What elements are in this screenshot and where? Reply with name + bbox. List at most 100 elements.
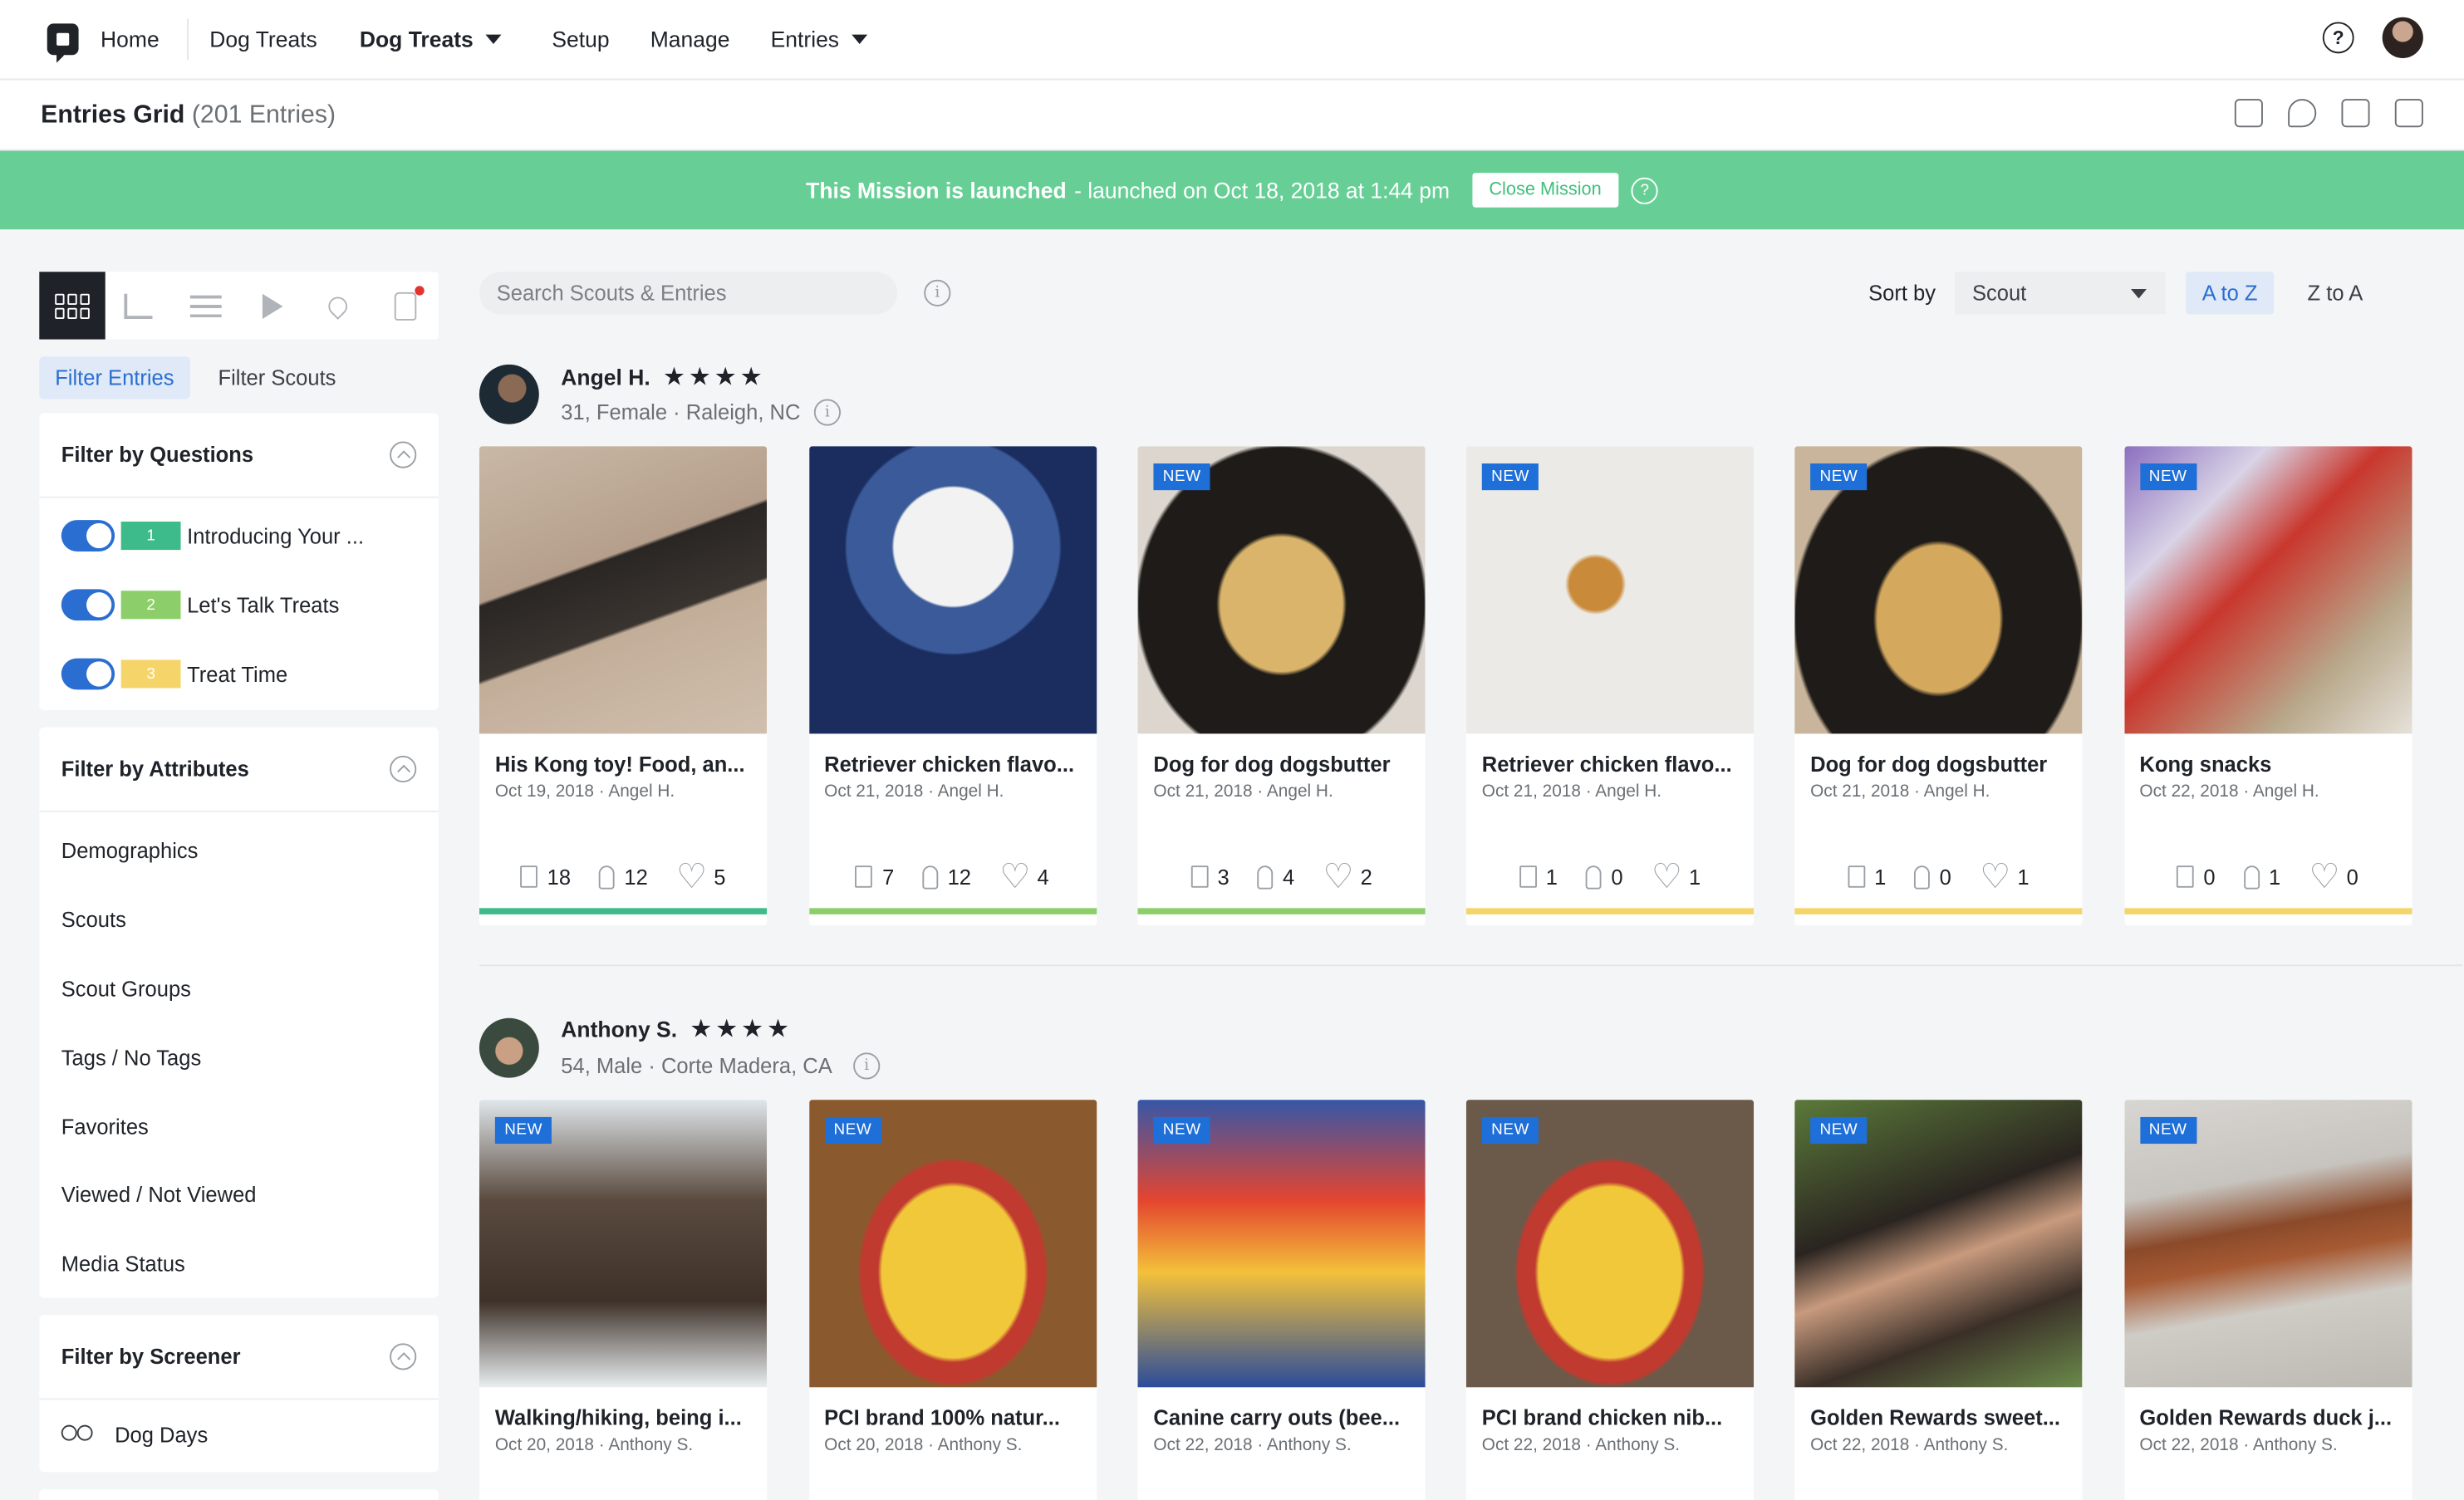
entry-card[interactable]: NEW Dog for dog dogsbutter Oct 21, 2018 · … [1794,446,2083,926]
question-number-badge: 1 [120,522,181,551]
tab-filter-scouts[interactable]: Filter Scouts [203,356,352,399]
panel-header[interactable]: Filter by Questions [39,413,439,498]
collapse-icon[interactable] [390,755,417,783]
presentation-icon[interactable] [2341,99,2370,128]
heart-icon[interactable] [1980,856,2010,897]
question-toggle[interactable] [61,520,115,551]
responses-stat: 7 [855,865,894,889]
entry-photo[interactable]: NEW [2123,446,2412,734]
attribute-favorites[interactable]: Favorites [39,1092,438,1161]
entry-photo[interactable]: NEW [479,1100,768,1388]
attribute-media-status[interactable]: Media Status [39,1230,438,1299]
panel-header[interactable]: Filter by Attributes [39,728,439,812]
share-icon[interactable] [2394,99,2423,128]
likes-stat[interactable]: 0 [2309,856,2358,897]
search-input[interactable]: Search Scouts & Entries [479,272,898,315]
question-color-bar [808,908,1097,914]
panel-header[interactable]: Filter by Screener [39,1315,439,1400]
entry-card[interactable]: NEW Kong snacks Oct 22, 2018 · Angel H. 0 1 0 [2123,446,2412,926]
heart-icon[interactable] [676,856,707,897]
entry-photo[interactable]: NEW [1465,446,1755,734]
entry-photo[interactable]: NEW [808,1100,1097,1388]
info-icon[interactable]: i [853,1052,881,1080]
collapse-icon[interactable] [390,441,417,468]
info-icon[interactable]: i [924,279,951,306]
likes-stat[interactable]: 1 [1652,856,1701,897]
nav-mission-dropdown[interactable]: Dog Treats [360,0,502,80]
sort-a-to-z-button[interactable]: A to Z [2186,272,2275,315]
attribute-scouts[interactable]: Scouts [39,885,438,954]
entry-photo[interactable]: NEW [1794,1100,2083,1388]
entry-photo[interactable]: NEW [1465,1100,1755,1388]
entry-photo[interactable]: NEW [2123,1100,2412,1388]
close-mission-button[interactable]: Close Mission [1471,173,1619,208]
entry-photo[interactable] [808,446,1097,734]
entry-photo[interactable]: NEW [1137,1100,1426,1388]
scout-avatar[interactable] [479,1017,539,1078]
entry-photo[interactable] [479,446,768,734]
chart-view-tab[interactable] [106,272,172,339]
video-view-tab[interactable] [238,272,305,339]
entry-title: Dog for dog dogsbutter [1153,752,1391,777]
entry-card[interactable]: NEW Golden Rewards duck j... Oct 22, 2018 … [2123,1100,2412,1500]
entry-card[interactable]: NEW PCI brand chicken nib... Oct 22, 2018 … [1465,1100,1755,1500]
entry-card[interactable]: Retriever chicken flavo... Oct 21, 2018 ·… [808,446,1097,926]
question-color-bar [1465,908,1755,914]
question-filter-row: 3 Treat Time [39,640,438,708]
new-badge: NEW [824,1116,881,1145]
scout-name[interactable]: Angel H. ★★★★ [561,361,765,393]
tab-filter-entries[interactable]: Filter Entries [39,356,190,400]
entry-card[interactable]: NEW Canine carry outs (bee... Oct 22, 2018… [1137,1100,1426,1500]
grid-view-tab[interactable] [39,272,106,340]
nav-entries-dropdown[interactable]: Entries [771,0,868,80]
heart-icon[interactable] [999,856,1030,897]
nav-manage[interactable]: Manage [650,0,730,80]
user-avatar[interactable] [2382,17,2423,58]
help-icon[interactable]: ? [2322,22,2354,54]
tags-view-tab[interactable] [372,272,439,339]
sidebar-panel-partial [39,1489,439,1500]
entry-card[interactable]: NEW Dog for dog dogsbutter Oct 21, 2018 · … [1137,446,1426,926]
heart-icon[interactable] [1323,856,1353,897]
entry-photo[interactable]: NEW [1794,446,2083,734]
entry-card[interactable]: NEW Golden Rewards sweet... Oct 22, 2018 ·… [1794,1100,2083,1500]
nav-setup[interactable]: Setup [552,0,609,80]
app-logo-icon[interactable] [47,23,79,63]
scout-avatar[interactable] [479,364,539,424]
likes-stat[interactable]: 4 [999,856,1049,897]
likes-stat[interactable]: 1 [1980,856,2030,897]
question-toggle[interactable] [61,658,115,690]
attribute-viewed[interactable]: Viewed / Not Viewed [39,1161,438,1230]
list-view-tab[interactable] [172,272,238,339]
nav-dog-treats[interactable]: Dog Treats [209,0,317,80]
screener-filter-panel: Filter by Screener Dog Days [39,1315,439,1473]
entry-card[interactable]: NEW PCI brand 100% natur... Oct 20, 2018 ·… [808,1100,1097,1500]
entry-photo[interactable]: NEW [1137,446,1426,734]
likes-stat[interactable]: 2 [1323,856,1372,897]
nav-home[interactable]: Home [101,0,160,80]
sort-select[interactable]: Scout [1955,272,2166,315]
entry-card[interactable]: NEW Retriever chicken flavo... Oct 21, 201… [1465,446,1755,926]
entry-card[interactable]: His Kong toy! Food, an... Oct 19, 2018 · … [479,446,768,926]
info-icon[interactable]: i [813,399,842,426]
sort-z-to-a-button[interactable]: Z to A [2295,272,2376,314]
question-toggle[interactable] [61,589,115,621]
screener-item[interactable]: Dog Days [39,1400,438,1468]
heart-icon[interactable] [1652,856,1682,897]
attribute-demographics[interactable]: Demographics [39,817,438,886]
scout-name[interactable]: Anthony S. ★★★★ [561,1013,793,1045]
heart-icon[interactable] [2309,856,2339,897]
attribute-scout-groups[interactable]: Scout Groups [39,954,438,1023]
document-icon [1519,865,1537,888]
help-icon[interactable]: ? [1631,176,1658,203]
scout-name-text: Anthony S. [561,1016,678,1042]
attribute-tags[interactable]: Tags / No Tags [39,1023,438,1092]
collapse-icon[interactable] [390,1343,417,1370]
comment-icon[interactable] [2288,99,2317,128]
grid-icon [55,292,91,319]
map-view-tab[interactable] [306,272,372,339]
document-icon[interactable] [2234,99,2263,128]
play-icon [262,292,282,319]
entry-card[interactable]: NEW Walking/hiking, being i... Oct 20, 201… [479,1100,768,1500]
likes-stat[interactable]: 5 [676,856,726,897]
